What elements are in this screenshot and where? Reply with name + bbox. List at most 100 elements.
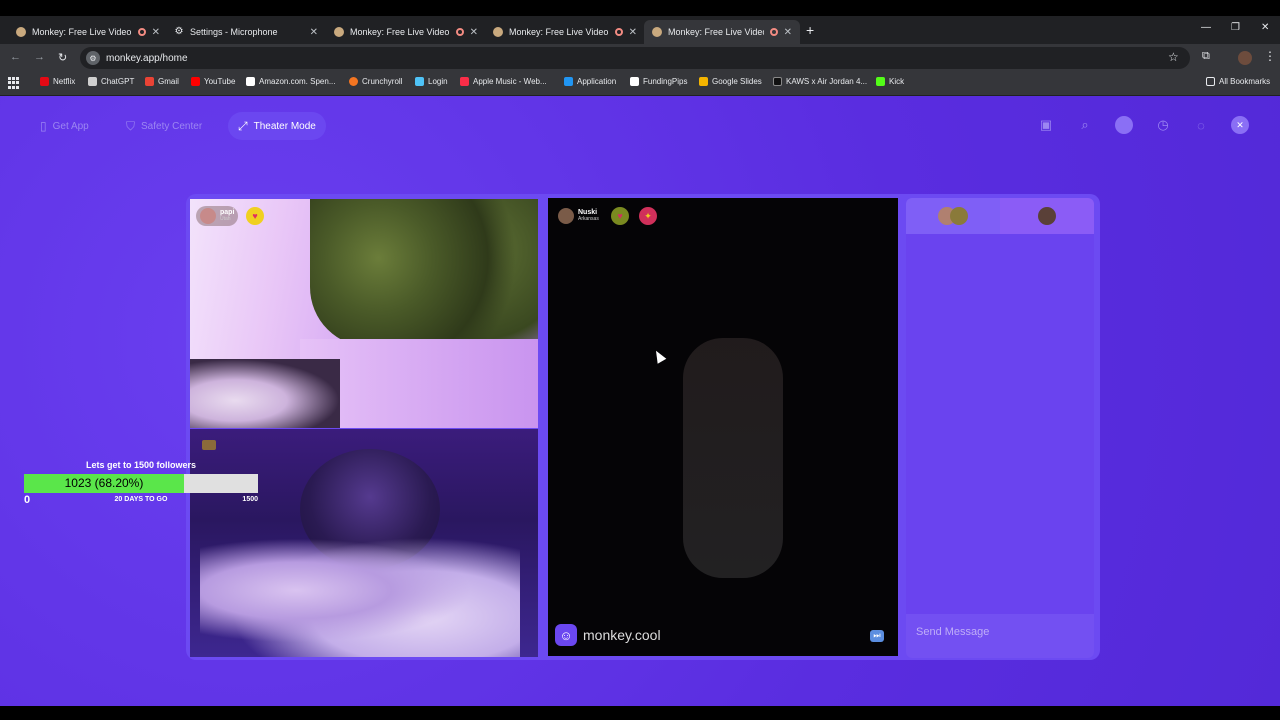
avatar [558, 208, 574, 224]
bookmark-fundingpips[interactable]: FundingPips [630, 77, 687, 86]
browser-tab[interactable]: Monkey: Free Live Video Ch ✕ [485, 20, 645, 44]
bookmark-application[interactable]: Application [564, 77, 616, 86]
safety-center-label: Safety Center [141, 120, 203, 132]
bookmark-label: KAWS x Air Jordan 4... [786, 77, 868, 86]
avatar [1038, 207, 1056, 225]
browser-tab[interactable]: Monkey: Free Live Video Ch ✕ [326, 20, 486, 44]
username: papi [220, 209, 235, 216]
omnibox[interactable]: ⚙ monkey.app/home [80, 47, 1190, 69]
close-icon[interactable]: ✕ [470, 27, 478, 38]
bookmark-netflix[interactable]: Netflix [40, 77, 75, 86]
apple-music-icon [460, 77, 469, 86]
chatgpt-icon [88, 77, 97, 86]
bookmark-label: YouTube [204, 77, 236, 86]
close-icon[interactable]: ✕ [152, 27, 160, 38]
bookmark-label: Gmail [158, 77, 179, 86]
chat-panel: Send Message [906, 198, 1094, 658]
chat-tab-partner-2[interactable] [1000, 198, 1094, 234]
bookmark-google-slides[interactable]: Google Slides [699, 77, 762, 86]
theater-mode-button[interactable]: ⤢ Theater Mode [228, 112, 326, 140]
partner-video-top [190, 199, 538, 428]
heart-icon[interactable]: ♥ [611, 207, 629, 225]
bookmark-label: Application [577, 77, 617, 86]
expand-icon: ⤢ [238, 118, 248, 133]
chat-bubble-icon[interactable]: ◌ [1192, 116, 1210, 134]
chat-tab-partner-1[interactable] [906, 198, 1000, 234]
chat-tabs [906, 198, 1094, 234]
tab-title: Monkey: Free Live Video Ch [350, 27, 450, 37]
new-tab-button[interactable]: + [806, 22, 814, 38]
goal-days-left: 20 DAYS TO GO [114, 496, 168, 503]
bookmark-gmail[interactable]: Gmail [145, 77, 179, 86]
history-icon[interactable]: ◷ [1154, 116, 1172, 134]
user-chip-papi[interactable]: papi Utah [196, 206, 239, 226]
url-text[interactable]: monkey.app/home [106, 53, 188, 64]
bookmark-crunchyroll[interactable]: Crunchyroll [349, 77, 402, 86]
tab-strip: Monkey: Free Live Video Ch ✕ ⚙ Settings … [0, 16, 1280, 44]
extensions-icon[interactable]: ⧉ [1202, 50, 1210, 63]
bookmark-kick[interactable]: Kick [876, 77, 904, 86]
close-icon[interactable]: ✕ [310, 27, 318, 38]
hedge-wall [310, 199, 538, 347]
watermark-text: monkey.cool [583, 627, 661, 643]
netflix-icon [40, 77, 49, 86]
safety-center-button[interactable]: ⛉ Safety Center [116, 112, 212, 140]
apps-grid-icon[interactable] [8, 77, 20, 89]
bookmark-label: Crunchyroll [362, 77, 403, 86]
bookmark-login[interactable]: Login [415, 77, 448, 86]
shield-icon: ⛉ [126, 118, 136, 133]
forward-icon[interactable]: → [34, 51, 45, 63]
crunchyroll-icon [349, 77, 358, 86]
goal-progress-bar: 1023 (68.20%) [24, 474, 258, 493]
bookmark-chatgpt[interactable]: ChatGPT [88, 77, 134, 86]
search-icon[interactable]: ⌕ [1076, 116, 1094, 134]
restore-icon[interactable]: ❐ [1231, 22, 1240, 33]
monkey-favicon-icon [16, 27, 26, 37]
profile-avatar[interactable]: ✕ [1231, 116, 1249, 134]
menu-kebab-icon[interactable]: ⋮ [1264, 49, 1276, 63]
tab-title: Monkey: Free Live Video Ch [668, 27, 764, 37]
badge-icon[interactable]: ✦ [639, 207, 657, 225]
google-slides-icon [699, 77, 708, 86]
bookmarks-bar: Netflix ChatGPT Gmail YouTube Amazon.com… [0, 72, 1280, 96]
browser-tab[interactable]: Monkey: Free Live Video Ch ✕ [8, 20, 168, 44]
folder-icon [1206, 77, 1215, 86]
avatar [950, 207, 968, 225]
user-chip-nuski[interactable]: Nuski Arkansas [554, 206, 603, 226]
coin-icon[interactable] [1115, 116, 1133, 134]
close-icon[interactable]: ✕ [784, 27, 792, 38]
skip-icon[interactable]: ⏭ [870, 630, 884, 642]
partner-video-right [548, 198, 898, 656]
close-window-icon[interactable]: ✕ [1261, 22, 1269, 33]
bookmark-label: ChatGPT [101, 77, 135, 86]
close-icon[interactable]: ✕ [629, 27, 637, 38]
minimize-icon[interactable]: — [1201, 22, 1211, 33]
send-message-input[interactable]: Send Message [906, 614, 1094, 658]
reload-icon[interactable]: ↻ [58, 51, 67, 64]
shop-icon[interactable]: ▣ [1037, 116, 1055, 134]
bookmark-youtube[interactable]: YouTube [191, 77, 235, 86]
theater-mode-label: Theater Mode [253, 120, 316, 132]
heart-icon[interactable]: ♥ [246, 207, 264, 225]
person-figure [683, 338, 783, 578]
monkey-favicon-icon [334, 27, 344, 37]
get-app-button[interactable]: ▯ Get App [30, 112, 99, 140]
monkey-favicon-icon [493, 27, 503, 37]
site-info-icon[interactable]: ⚙ [86, 51, 100, 65]
browser-tab[interactable]: ⚙ Settings - Microphone ✕ [166, 20, 326, 44]
kaws-icon [773, 77, 782, 86]
profile-avatar[interactable] [1238, 51, 1252, 65]
user-location: Utah [220, 216, 231, 222]
bookmark-label: Apple Music - Web... [473, 77, 547, 86]
tab-title: Monkey: Free Live Video Ch [32, 27, 132, 37]
bookmark-kaws[interactable]: KAWS x Air Jordan 4... [773, 77, 867, 86]
monkey-logo-icon: ☺ [555, 624, 577, 646]
recording-icon [137, 28, 146, 36]
bookmark-amazon[interactable]: Amazon.com. Spen... [246, 77, 335, 86]
all-bookmarks[interactable]: All Bookmarks [1206, 77, 1270, 86]
bookmark-apple-music[interactable]: Apple Music - Web... [460, 77, 547, 86]
fundingpips-icon [630, 77, 639, 86]
back-icon[interactable]: ← [10, 51, 21, 63]
browser-tab-active[interactable]: Monkey: Free Live Video Ch ✕ [644, 20, 800, 44]
bookmark-star-icon[interactable]: ☆ [1168, 50, 1179, 64]
